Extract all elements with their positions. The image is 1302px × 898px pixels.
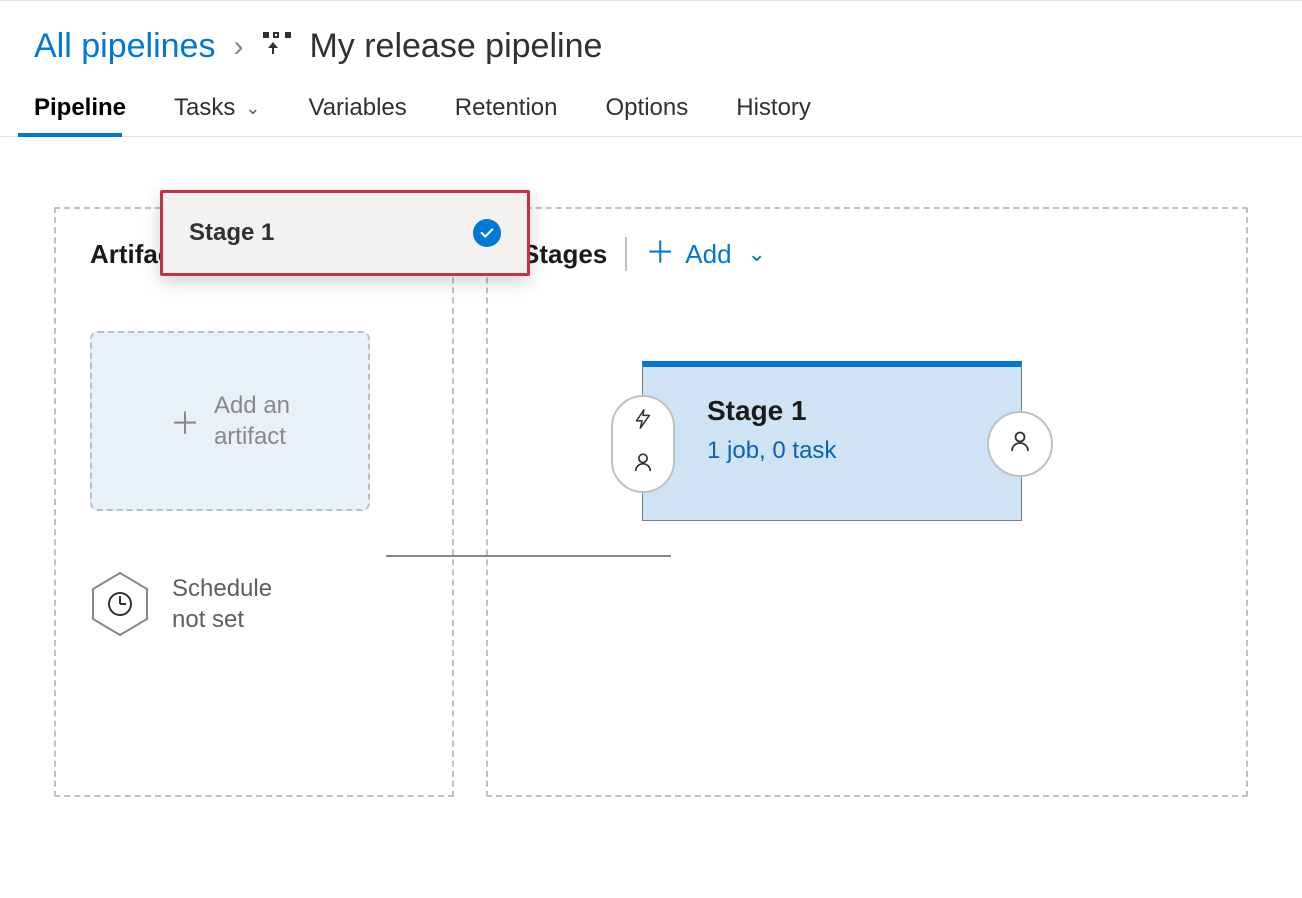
clock-hex-icon [90, 571, 150, 637]
person-icon [632, 450, 654, 481]
stage-predeploy-conditions-button[interactable] [611, 395, 675, 493]
pipeline-icon [261, 32, 291, 62]
pipeline-connector-line [386, 555, 671, 557]
breadcrumb: All pipelines › My release pipeline [0, 1, 1302, 86]
tab-options[interactable]: Options [606, 86, 689, 136]
check-circle-icon [473, 219, 501, 247]
tasks-dropdown: Stage 1 [160, 190, 530, 276]
plus-icon: ＋ [170, 399, 200, 443]
person-icon [1008, 428, 1032, 461]
tab-tasks[interactable]: Tasks ⌄ [174, 86, 260, 136]
stage-jobs-tasks-link[interactable]: 1 job, 0 task [707, 437, 836, 465]
header-divider [625, 237, 627, 271]
chevron-down-icon: ⌄ [245, 98, 260, 119]
artifacts-panel: Artifacts ＋ Add ＋ Add anartifact [54, 207, 454, 797]
lightning-icon [632, 407, 654, 438]
add-stage-label: Add [685, 239, 731, 270]
plus-icon: ＋ [645, 239, 675, 269]
page-title: My release pipeline [309, 27, 602, 66]
schedule-text: Schedulenot set [172, 573, 272, 635]
tab-pipeline[interactable]: Pipeline [34, 86, 126, 136]
tasks-dropdown-item-label: Stage 1 [189, 219, 274, 247]
stage-name: Stage 1 [707, 395, 991, 427]
add-artifact-placeholder-text: Add anartifact [214, 390, 290, 452]
stage-postdeploy-conditions-button[interactable] [987, 411, 1053, 477]
tab-retention[interactable]: Retention [455, 86, 558, 136]
schedule-button[interactable]: Schedulenot set [90, 571, 418, 637]
chevron-down-icon: ⌄ [748, 241, 766, 267]
stages-panel-header: Stages ＋ Add ⌄ [522, 237, 1212, 271]
breadcrumb-all-pipelines-link[interactable]: All pipelines [34, 27, 215, 66]
tasks-dropdown-item-stage-1[interactable]: Stage 1 [163, 193, 527, 273]
stage-node-wrap: Stage 1 1 job, 0 task [642, 361, 1212, 521]
tab-bar: Pipeline Tasks ⌄ Variables Retention Opt… [0, 86, 1302, 137]
tab-tasks-label: Tasks [174, 94, 235, 122]
add-stage-button[interactable]: ＋ Add ⌄ [645, 239, 766, 270]
stages-heading: Stages [522, 239, 607, 270]
tab-variables[interactable]: Variables [308, 86, 406, 136]
add-artifact-placeholder[interactable]: ＋ Add anartifact [90, 331, 370, 511]
chevron-right-icon: › [233, 30, 243, 64]
stage-card-stage-1[interactable]: Stage 1 1 job, 0 task [642, 361, 1022, 521]
stages-panel: Stages ＋ Add ⌄ [486, 207, 1248, 797]
tab-history[interactable]: History [736, 86, 811, 136]
